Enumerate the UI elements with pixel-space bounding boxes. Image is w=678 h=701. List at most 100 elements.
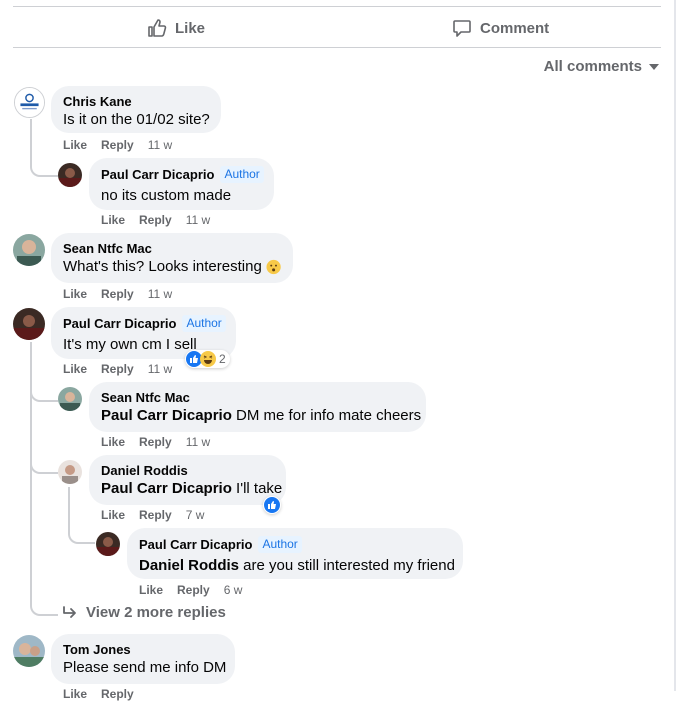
like-link[interactable]: Like — [63, 362, 87, 376]
comment-meta: Like Reply 11 w — [63, 362, 172, 376]
reply-link[interactable]: Reply — [101, 687, 134, 701]
avatar-photo-icon — [13, 635, 45, 667]
reply-link[interactable]: Reply — [101, 287, 134, 301]
reply-link[interactable]: Reply — [177, 583, 210, 597]
author-name[interactable]: Chris Kane — [63, 94, 132, 110]
comment-text: Is it on the 01/02 site? — [63, 111, 210, 128]
reply-link[interactable]: Reply — [139, 213, 172, 227]
view-more-replies-button[interactable]: View 2 more replies — [62, 604, 226, 621]
comment-author[interactable]: Paul Carr Dicaprio Author — [63, 315, 226, 332]
avatar-photo-icon — [13, 234, 45, 266]
comment-meta: Like Reply 7 w — [101, 508, 204, 522]
safeguard-logo-icon — [15, 88, 44, 117]
comment-text: I'll take — [231, 480, 283, 497]
comment-time[interactable]: 11 w — [148, 362, 172, 376]
avatar[interactable] — [58, 387, 82, 411]
comment-author[interactable]: Chris Kane — [63, 94, 209, 110]
comment-author[interactable]: Tom Jones — [63, 642, 223, 658]
comment-author[interactable]: Daniel Roddis — [101, 463, 274, 479]
thumbs-up-icon — [148, 19, 167, 37]
comment-text: no its custom made — [101, 187, 232, 204]
scrollbar[interactable] — [672, 0, 678, 691]
like-link[interactable]: Like — [139, 583, 163, 597]
author-name[interactable]: Paul Carr Dicaprio — [63, 316, 176, 332]
avatar[interactable] — [96, 532, 120, 556]
comment-bubble: Chris Kane Is it on the 01/02 site? — [51, 86, 221, 133]
comment-icon — [453, 20, 471, 37]
comment-text: What's this? Looks interesting — [63, 258, 262, 275]
thread-connector — [30, 150, 58, 177]
comment-author[interactable]: Sean Ntfc Mac — [63, 241, 281, 257]
comment-time[interactable]: 11 w — [186, 435, 210, 449]
reply-bubble: Daniel Roddis Paul Carr Dicaprio I'll ta… — [89, 455, 286, 505]
like-link[interactable]: Like — [63, 287, 87, 301]
comment-meta: Like Reply 6 w — [139, 583, 242, 597]
reply-arrow-icon — [63, 605, 76, 618]
comment-author[interactable]: Paul Carr Dicaprio Author — [101, 166, 264, 183]
comment-meta: Like Reply 11 w — [63, 138, 172, 152]
comment-author[interactable]: Sean Ntfc Mac — [101, 390, 414, 406]
thread-connector — [30, 450, 58, 474]
reaction-summary[interactable] — [263, 496, 281, 514]
comment-action-button[interactable]: Comment — [452, 16, 549, 40]
avatar[interactable] — [13, 234, 45, 266]
thread-connector — [30, 380, 58, 402]
mention-link[interactable]: Paul Carr Dicaprio — [101, 480, 232, 497]
comment-bubble: Sean Ntfc Mac What's this? Looks interes… — [51, 233, 293, 283]
mention-link[interactable]: Paul Carr Dicaprio — [101, 407, 232, 424]
avatar[interactable] — [58, 460, 82, 484]
comment-time[interactable]: 11 w — [148, 287, 172, 301]
thread-connector — [30, 592, 58, 616]
author-name[interactable]: Sean Ntfc Mac — [63, 241, 152, 257]
author-name[interactable]: Sean Ntfc Mac — [101, 390, 190, 406]
comment-meta: Like Reply 11 w — [101, 213, 210, 227]
avatar[interactable] — [58, 163, 82, 187]
comment-time[interactable]: 6 w — [224, 583, 243, 597]
author-name[interactable]: Tom Jones — [63, 642, 131, 658]
thread-connector — [68, 524, 95, 544]
like-action-label: Like — [175, 19, 206, 37]
comment-time[interactable]: 11 w — [186, 213, 210, 227]
reply-link[interactable]: Reply — [101, 362, 134, 376]
like-action-button[interactable]: Like — [147, 16, 205, 40]
author-name[interactable]: Paul Carr Dicaprio — [101, 167, 214, 183]
avatar-photo-icon — [58, 460, 82, 484]
author-name[interactable]: Daniel Roddis — [101, 463, 188, 479]
author-badge: Author — [182, 315, 226, 332]
comment-meta: Like Reply — [63, 687, 134, 701]
comment-filter-dropdown[interactable]: All comments — [544, 58, 660, 75]
avatar-photo-icon — [96, 532, 120, 556]
author-badge: Author — [220, 166, 264, 183]
comment-meta: Like Reply 11 w — [101, 435, 210, 449]
reply-link[interactable]: Reply — [101, 138, 134, 152]
author-name[interactable]: Paul Carr Dicaprio — [139, 537, 252, 553]
reaction-summary[interactable]: 2 — [185, 350, 230, 368]
reply-bubble: Paul Carr Dicaprio Author no its custom m… — [89, 158, 274, 210]
reply-bubble: Paul Carr Dicaprio Author Daniel Roddis a… — [127, 528, 463, 579]
comment-time[interactable]: 7 w — [186, 508, 205, 522]
like-reaction-icon — [264, 497, 280, 513]
reply-bubble: Sean Ntfc Mac Paul Carr Dicaprio DM me f… — [89, 382, 426, 432]
like-link[interactable]: Like — [63, 687, 87, 701]
mention-link[interactable]: Daniel Roddis — [139, 557, 239, 574]
like-link[interactable]: Like — [101, 213, 125, 227]
like-link[interactable]: Like — [101, 508, 125, 522]
avatar[interactable] — [13, 308, 45, 340]
reply-link[interactable]: Reply — [139, 508, 172, 522]
like-link[interactable]: Like — [63, 138, 87, 152]
caret-down-icon — [649, 63, 659, 70]
avatar-photo-icon — [13, 308, 45, 340]
author-badge: Author — [258, 536, 302, 553]
like-link[interactable]: Like — [101, 435, 125, 449]
comment-time[interactable]: 11 w — [148, 138, 172, 152]
comment-text: Please send me info DM — [63, 659, 227, 676]
view-more-replies-label: View 2 more replies — [86, 604, 226, 621]
hushed-face-emoji-icon — [266, 259, 281, 275]
avatar[interactable] — [14, 87, 45, 118]
comment-text: DM me for info mate cheers — [231, 407, 422, 424]
reply-link[interactable]: Reply — [139, 435, 172, 449]
reaction-count: 2 — [219, 352, 226, 366]
avatar[interactable] — [13, 635, 45, 667]
top-divider — [13, 6, 661, 7]
comment-author[interactable]: Paul Carr Dicaprio Author — [139, 536, 451, 553]
